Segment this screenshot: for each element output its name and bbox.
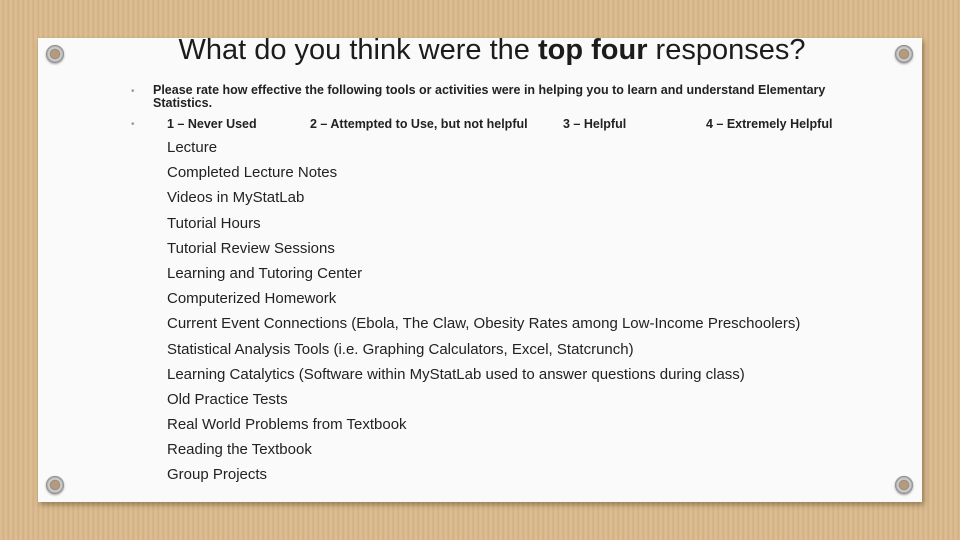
list-item: Videos in MyStatLab xyxy=(167,189,305,207)
list-item: Learning Catalytics (Software within MyS… xyxy=(167,365,745,383)
slide-title: What do you think were the top four resp… xyxy=(0,34,960,67)
list-item: Tutorial Review Sessions xyxy=(167,239,335,257)
activity-list: Lecture Completed Lecture Notes Videos i… xyxy=(167,139,800,492)
list-item: Completed Lecture Notes xyxy=(167,164,338,182)
list-item: Statistical Analysis Tools (i.e. Graphin… xyxy=(167,340,634,358)
scale-option-2: 2 – Attempted to Use, but not helpful xyxy=(310,117,528,131)
list-item: Current Event Connections (Ebola, The Cl… xyxy=(167,315,801,333)
scale-option-4: 4 – Extremely Helpful xyxy=(706,117,833,131)
list-item: Group Projects xyxy=(167,466,268,484)
scale-option-3: 3 – Helpful xyxy=(563,117,627,131)
bullet-icon: • xyxy=(131,86,135,97)
scale-option-1: 1 – Never Used xyxy=(167,117,257,131)
list-item: Reading the Textbook xyxy=(167,441,312,459)
list-item: Lecture xyxy=(167,139,218,156)
title-text: responses? xyxy=(647,34,806,66)
list-item: Tutorial Hours xyxy=(167,214,261,232)
list-item: Old Practice Tests xyxy=(167,390,288,408)
list-item: Learning and Tutoring Center xyxy=(167,264,363,282)
list-item: Computerized Homework xyxy=(167,290,337,308)
grommet-icon xyxy=(895,476,913,494)
title-emphasis: top four xyxy=(537,34,648,66)
title-text: What do you think were the xyxy=(178,34,538,66)
bullet-icon: • xyxy=(131,119,135,130)
list-item: Real World Problems from Textbook xyxy=(167,416,407,434)
survey-prompt: Please rate how effective the following … xyxy=(153,83,826,110)
grommet-icon xyxy=(46,476,64,494)
